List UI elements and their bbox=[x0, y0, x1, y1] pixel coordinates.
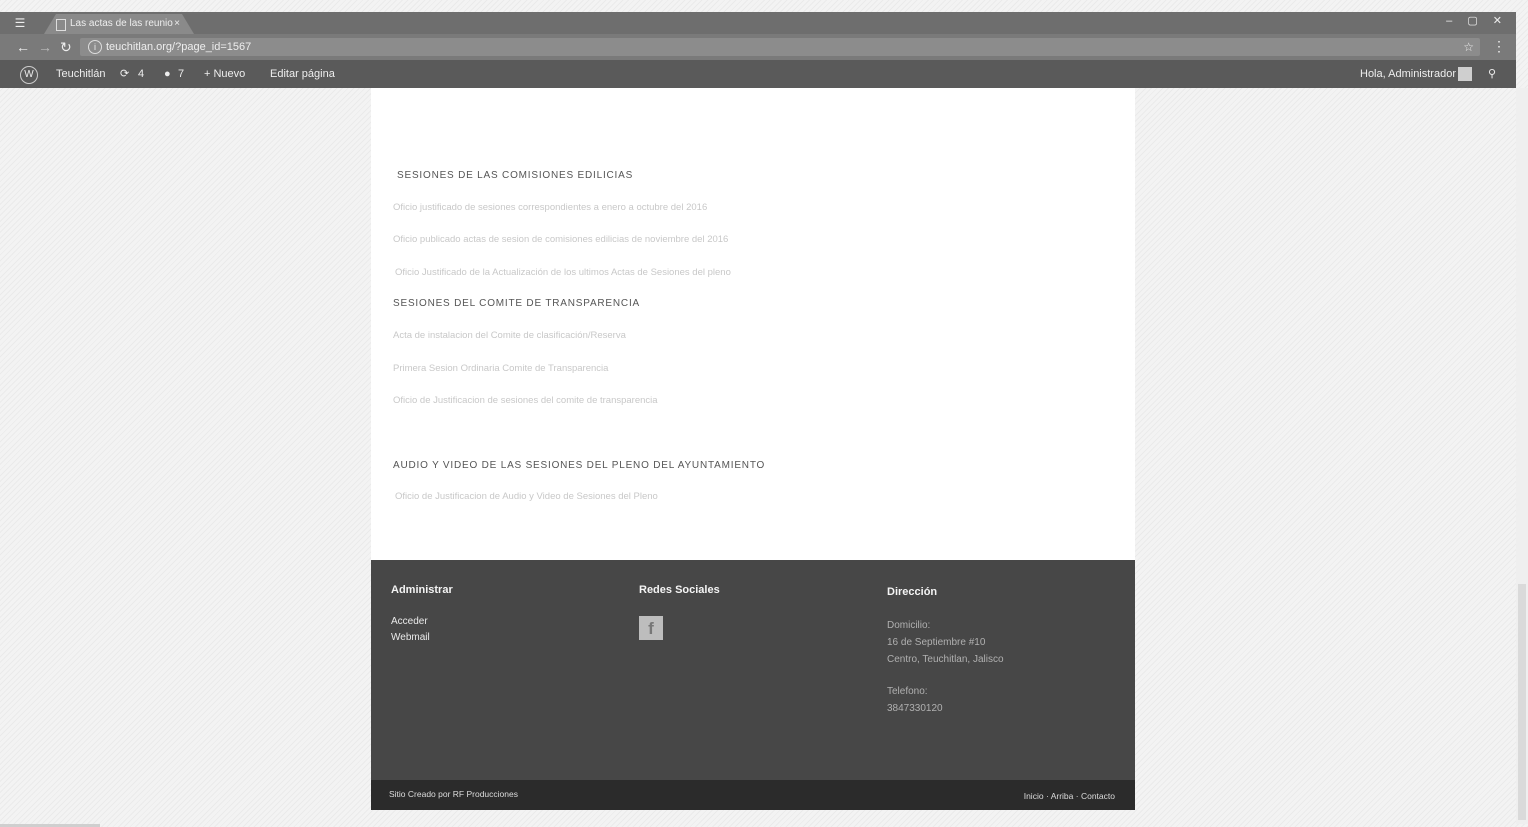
wp-admin-bar: W Teuchitlán ⟳ 4 ● 7 + Nuevo Editar pági… bbox=[0, 60, 1516, 88]
footer-nav: Inicio · Arriba · Contacto bbox=[1024, 791, 1115, 801]
browser-menu-icon[interactable]: ⋮ bbox=[1492, 38, 1506, 55]
address-line: 16 de Septiembre #10 bbox=[887, 637, 986, 648]
address-line: Centro, Teuchitlan, Jalisco bbox=[887, 654, 1004, 665]
url-text[interactable]: teuchitlan.org/?page_id=1567 bbox=[106, 38, 251, 56]
footer-social-title: Redes Sociales bbox=[639, 584, 720, 596]
page-content: SESIONES DE LAS COMISIONES EDILICIAS Ofi… bbox=[371, 88, 1135, 560]
facebook-icon[interactable]: f bbox=[639, 616, 663, 640]
separator: · bbox=[1045, 791, 1049, 801]
heading-audio-video: AUDIO Y VIDEO DE LAS SESIONES DEL PLENO … bbox=[393, 460, 766, 471]
heading-transparency: SESIONES DEL COMITE DE TRANSPARENCIA bbox=[393, 298, 640, 309]
webmail-link[interactable]: Webmail bbox=[391, 632, 430, 643]
wordpress-logo-icon[interactable]: W bbox=[20, 66, 38, 84]
footer-address-title: Dirección bbox=[887, 586, 938, 598]
comments-icon[interactable]: ● bbox=[164, 60, 171, 88]
forward-arrow-icon[interactable]: → bbox=[38, 38, 52, 56]
browser-tab[interactable]: Las actas de las reunio × bbox=[44, 14, 194, 34]
desktop-screen: ☰ Las actas de las reunio × ‒ ▢ ✕ ← → ↻ … bbox=[0, 0, 1528, 827]
phone-label: Telefono: bbox=[887, 686, 928, 697]
admin-site-name[interactable]: Teuchitlán bbox=[56, 60, 106, 88]
info-icon[interactable]: i bbox=[88, 40, 102, 54]
browser-profile-icon[interactable]: ☰ bbox=[12, 16, 28, 30]
footer-contact-link[interactable]: Contacto bbox=[1081, 791, 1115, 801]
address-bar[interactable]: i teuchitlan.org/?page_id=1567 ☆ bbox=[80, 38, 1480, 56]
avatar[interactable] bbox=[1458, 67, 1472, 81]
bookmark-star-icon[interactable]: ☆ bbox=[1463, 38, 1474, 56]
separator: · bbox=[1075, 791, 1079, 801]
footer-bottom-bar: Sitio Creado por RF Producciones Inicio … bbox=[371, 780, 1135, 810]
browser-toolbar: ← → ↻ i teuchitlan.org/?page_id=1567 ☆ ⋮ bbox=[0, 34, 1516, 60]
back-arrow-icon[interactable]: ← bbox=[16, 38, 30, 56]
footer-top-link[interactable]: Arriba bbox=[1051, 791, 1074, 801]
admin-greeting[interactable]: Hola, Administrador bbox=[1360, 60, 1456, 88]
phone-number: 3847330120 bbox=[887, 703, 943, 714]
footer-home-link[interactable]: Inicio bbox=[1024, 791, 1044, 801]
browser-tab-strip: ☰ Las actas de las reunio × ‒ ▢ ✕ bbox=[0, 12, 1516, 34]
page-scrollbar[interactable] bbox=[1516, 88, 1528, 824]
footer-admin-title: Administrar bbox=[391, 584, 453, 596]
scrollbar-thumb[interactable] bbox=[1518, 584, 1526, 820]
tab-title: Las actas de las reunio bbox=[70, 18, 173, 29]
reload-icon[interactable]: ↻ bbox=[60, 38, 72, 56]
document-link[interactable]: Oficio publicado actas de sesion de comi… bbox=[393, 234, 728, 245]
page-icon bbox=[56, 19, 66, 31]
updates-count[interactable]: 4 bbox=[138, 60, 144, 88]
heading-commissions: SESIONES DE LAS COMISIONES EDILICIAS bbox=[397, 170, 634, 181]
document-link[interactable]: Primera Sesion Ordinaria Comite de Trans… bbox=[393, 363, 608, 374]
edit-page-button[interactable]: Editar página bbox=[270, 60, 335, 88]
document-link[interactable]: Oficio de Justificacion de sesiones del … bbox=[393, 395, 658, 406]
document-link[interactable]: Oficio justificado de sesiones correspon… bbox=[393, 202, 707, 213]
tab-close-icon[interactable]: × bbox=[174, 14, 180, 34]
search-icon[interactable]: ⚲ bbox=[1488, 60, 1496, 88]
site-credit: Sitio Creado por RF Producciones bbox=[389, 789, 518, 799]
comments-count[interactable]: 7 bbox=[178, 60, 184, 88]
updates-icon[interactable]: ⟳ bbox=[120, 60, 129, 88]
document-link[interactable]: Oficio de Justificacion de Audio y Video… bbox=[395, 491, 658, 502]
new-content-button[interactable]: + Nuevo bbox=[204, 60, 245, 88]
site-footer: Administrar Acceder Webmail Redes Social… bbox=[371, 560, 1135, 780]
document-link[interactable]: Acta de instalacion del Comite de clasif… bbox=[393, 330, 626, 341]
login-link[interactable]: Acceder bbox=[391, 616, 428, 627]
window-controls[interactable]: ‒ ▢ ✕ bbox=[1446, 14, 1508, 27]
document-link[interactable]: Oficio Justificado de la Actualización d… bbox=[395, 267, 731, 278]
address-label: Domicilio: bbox=[887, 620, 931, 631]
